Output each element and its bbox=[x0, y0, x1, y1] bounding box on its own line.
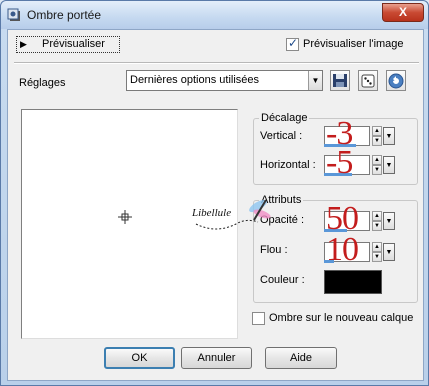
couleur-label: Couleur : bbox=[260, 274, 305, 286]
help-button[interactable]: Aide bbox=[265, 347, 337, 369]
horizontal-menu-button[interactable]: ▼ bbox=[383, 156, 395, 174]
spin-up-icon[interactable]: ▲ bbox=[372, 211, 382, 221]
spin-up-icon[interactable]: ▲ bbox=[372, 126, 382, 136]
save-preset-button[interactable] bbox=[330, 70, 350, 91]
preview-image-checkbox[interactable]: ✓ bbox=[286, 36, 299, 51]
horizontal-label: Horizontal : bbox=[260, 159, 316, 171]
expand-arrow-icon: ▶ bbox=[20, 39, 27, 49]
opacite-spinner[interactable]: 50 ▲ ▼ ▼ bbox=[324, 202, 396, 236]
dice-icon bbox=[361, 74, 375, 88]
dialog-window: Ombre portée X ▶ Prévisualiser ✓ Prévisu… bbox=[0, 0, 429, 386]
preset-dropdown[interactable]: Dernières options utilisées ▼ bbox=[126, 70, 323, 91]
preview-toggle-button[interactable]: ▶ Prévisualiser bbox=[16, 36, 120, 53]
horizontal-updown[interactable]: ▲ ▼ bbox=[372, 155, 382, 175]
flou-updown[interactable]: ▲ ▼ bbox=[372, 242, 382, 262]
reglages-label: Réglages bbox=[19, 77, 66, 89]
ombre-calque-checkbox[interactable] bbox=[252, 312, 265, 325]
randomize-button[interactable] bbox=[358, 70, 378, 91]
chevron-down-icon[interactable]: ▼ bbox=[308, 71, 322, 90]
spin-up-icon[interactable]: ▲ bbox=[372, 155, 382, 165]
ok-button[interactable]: OK bbox=[104, 347, 175, 369]
close-button[interactable]: X bbox=[382, 3, 424, 22]
window-title: Ombre portée bbox=[27, 8, 102, 22]
title-bar[interactable]: Ombre portée X bbox=[1, 1, 428, 29]
horizontal-spinner[interactable]: -5 ▲ ▼ ▼ bbox=[324, 146, 396, 180]
flou-menu-button[interactable]: ▼ bbox=[383, 243, 395, 261]
preview-toggle-label: Prévisualiser bbox=[42, 38, 105, 50]
vertical-menu-button[interactable]: ▼ bbox=[383, 127, 395, 145]
flou-spinner[interactable]: 10 ▲ ▼ ▼ bbox=[324, 233, 396, 267]
spin-down-icon[interactable]: ▼ bbox=[372, 221, 382, 231]
preview-image-label: Prévisualiser l'image bbox=[303, 38, 404, 50]
horizontal-value: -5 bbox=[326, 144, 353, 181]
opacite-updown[interactable]: ▲ ▼ bbox=[372, 211, 382, 231]
cancel-button[interactable]: Annuler bbox=[181, 347, 252, 369]
floppy-disk-icon bbox=[333, 74, 347, 87]
spin-down-icon[interactable]: ▼ bbox=[372, 136, 382, 146]
vertical-updown[interactable]: ▲ ▼ bbox=[372, 126, 382, 146]
spin-down-icon[interactable]: ▼ bbox=[372, 252, 382, 262]
checkmark-icon: ✓ bbox=[288, 36, 299, 50]
separator bbox=[14, 62, 419, 64]
ombre-calque-label: Ombre sur le nouveau calque bbox=[269, 312, 414, 324]
reset-arrow-icon bbox=[388, 73, 404, 89]
opacite-menu-button[interactable]: ▼ bbox=[383, 212, 395, 230]
reset-button[interactable] bbox=[386, 70, 406, 91]
spin-up-icon[interactable]: ▲ bbox=[372, 242, 382, 252]
crosshair-icon bbox=[118, 210, 132, 224]
decalage-title: Décalage bbox=[259, 112, 310, 124]
spin-down-icon[interactable]: ▼ bbox=[372, 165, 382, 175]
preset-value: Dernières options utilisées bbox=[130, 74, 260, 86]
couleur-swatch[interactable] bbox=[324, 270, 382, 294]
libellule-watermark: Libellule bbox=[191, 199, 271, 230]
vertical-label: Vertical : bbox=[260, 130, 303, 142]
drop-shadow-app-icon bbox=[7, 8, 20, 21]
watermark-text: Libellule bbox=[191, 207, 231, 219]
dialog-body: ▶ Prévisualiser ✓ Prévisualiser l'image … bbox=[7, 29, 424, 381]
flou-label: Flou : bbox=[260, 244, 288, 256]
flou-value: 10 bbox=[326, 231, 359, 268]
